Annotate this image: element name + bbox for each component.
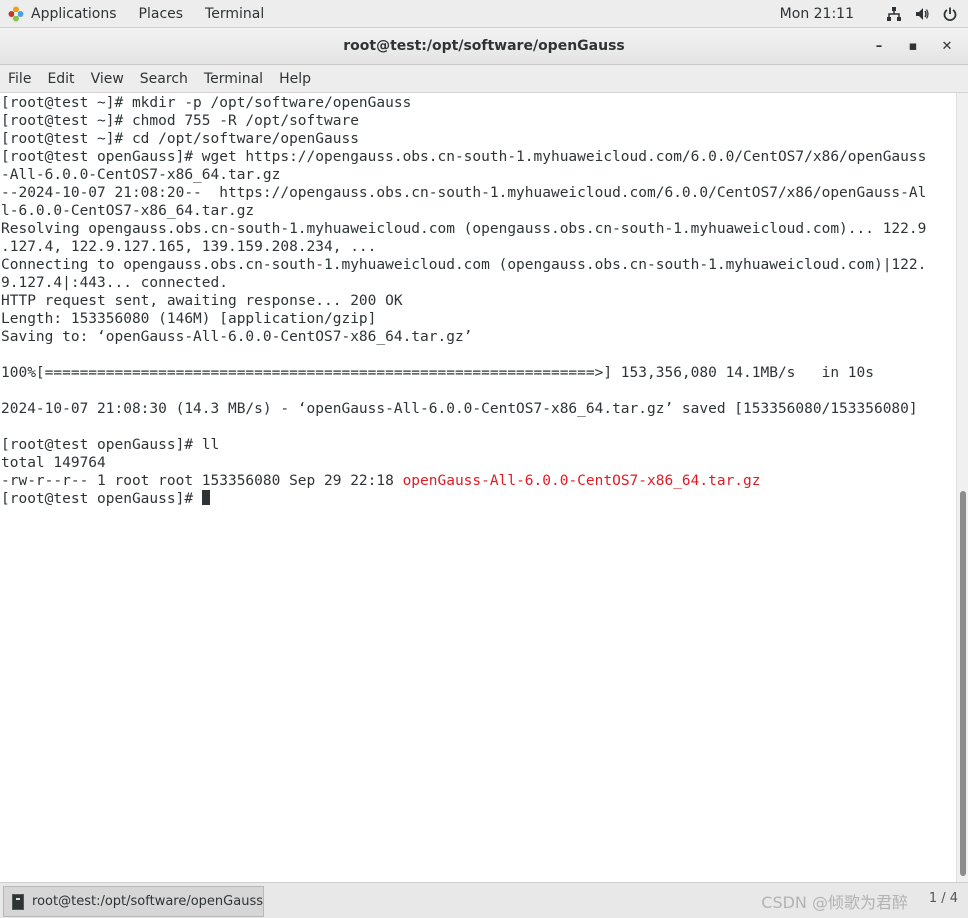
clock[interactable]: Mon 21:11 [780, 6, 854, 22]
menu-edit[interactable]: Edit [39, 71, 82, 87]
workspace-indicator[interactable]: 1 / 4 [929, 891, 958, 906]
terminal-line: total 149764 [1, 455, 106, 471]
terminal-line: Resolving opengauss.obs.cn-south-1.myhua… [1, 221, 927, 237]
terminal-line: -All-6.0.0-CentOS7-x86_64.tar.gz [1, 167, 281, 183]
terminal-line: Connecting to opengauss.obs.cn-south-1.m… [1, 257, 927, 273]
maximize-button[interactable]: ▪ [900, 33, 926, 59]
menu-terminal[interactable]: Terminal [196, 71, 271, 87]
terminal-app-menu[interactable]: Terminal [205, 6, 264, 22]
ll-row-prefix: -rw-r--r-- 1 root root 153356080 Sep 29 … [1, 473, 403, 489]
scrollbar-thumb[interactable] [960, 491, 966, 876]
terminal-icon [12, 893, 25, 910]
menu-view[interactable]: View [83, 71, 132, 87]
ll-row-filename: openGauss-All-6.0.0-CentOS7-x86_64.tar.g… [402, 473, 761, 489]
terminal-line: [root@test ~]# cd /opt/software/openGaus… [1, 131, 359, 147]
taskbar-terminal-item[interactable]: root@test:/opt/software/openGauss [3, 886, 264, 917]
terminal-output[interactable]: [root@test ~]# mkdir -p /opt/software/op… [0, 93, 956, 882]
window-controls: – ▪ ✕ [858, 28, 960, 64]
watermark: CSDN @倾歌为君醉 [761, 893, 908, 912]
menu-search[interactable]: Search [132, 71, 196, 87]
prompt: [root@test openGauss]# [1, 491, 202, 507]
terminal-line: 2024-10-07 21:08:30 (14.3 MB/s) - ‘openG… [1, 401, 918, 417]
terminal-lines: [root@test ~]# mkdir -p /opt/software/op… [0, 93, 956, 508]
terminal-line: HTTP request sent, awaiting response... … [1, 293, 403, 309]
applications-icon [8, 6, 24, 22]
volume-icon[interactable] [914, 6, 930, 22]
terminal-line: Saving to: ‘openGauss-All-6.0.0-CentOS7-… [1, 329, 473, 345]
applications-label: Applications [31, 5, 117, 22]
terminal-line: .127.4, 122.9.127.165, 139.159.208.234, … [1, 239, 377, 255]
window-title: root@test:/opt/software/openGauss [343, 38, 625, 54]
terminal-app-label: Terminal [205, 5, 265, 22]
minimize-button[interactable]: – [866, 33, 892, 59]
window-titlebar[interactable]: root@test:/opt/software/openGauss – ▪ ✕ [0, 28, 968, 65]
terminal-line: 9.127.4|:443... connected. [1, 275, 228, 291]
text-cursor [201, 490, 210, 505]
network-icon[interactable] [886, 6, 902, 22]
terminal-line: [root@test openGauss]# ll [1, 437, 220, 453]
taskbar-terminal-label: root@test:/opt/software/openGauss [32, 894, 263, 909]
applications-menu[interactable]: Applications [8, 6, 117, 22]
bottom-taskbar: root@test:/opt/software/openGauss 1 / 4 … [0, 882, 968, 918]
power-icon[interactable] [942, 6, 958, 22]
places-label: Places [138, 5, 184, 22]
close-button[interactable]: ✕ [934, 33, 960, 59]
terminal-line: [root@test ~]# chmod 755 -R /opt/softwar… [1, 113, 359, 129]
menu-help[interactable]: Help [271, 71, 319, 87]
terminal-line: l-6.0.0-CentOS7-x86_64.tar.gz [1, 203, 255, 219]
terminal-line: Length: 153356080 (146M) [application/gz… [1, 311, 377, 327]
top-panel: Applications Places Terminal Mon 21:11 [0, 0, 968, 28]
terminal-line: [root@test ~]# mkdir -p /opt/software/op… [1, 95, 412, 111]
menu-file[interactable]: File [0, 71, 39, 87]
terminal-line: --2024-10-07 21:08:20-- https://opengaus… [1, 185, 927, 201]
prompt-line: [root@test openGauss]# [1, 490, 956, 508]
terminal-scrollbar[interactable] [956, 93, 968, 882]
menubar: File Edit View Search Terminal Help [0, 65, 968, 93]
ll-file-row: -rw-r--r-- 1 root root 153356080 Sep 29 … [1, 472, 956, 490]
top-panel-right: Mon 21:11 [780, 0, 958, 27]
download-progress-line: 100%[===================================… [1, 365, 874, 381]
terminal-line: [root@test openGauss]# wget https://open… [1, 149, 927, 165]
places-menu[interactable]: Places [139, 6, 184, 22]
top-panel-left: Applications Places Terminal [8, 0, 286, 27]
